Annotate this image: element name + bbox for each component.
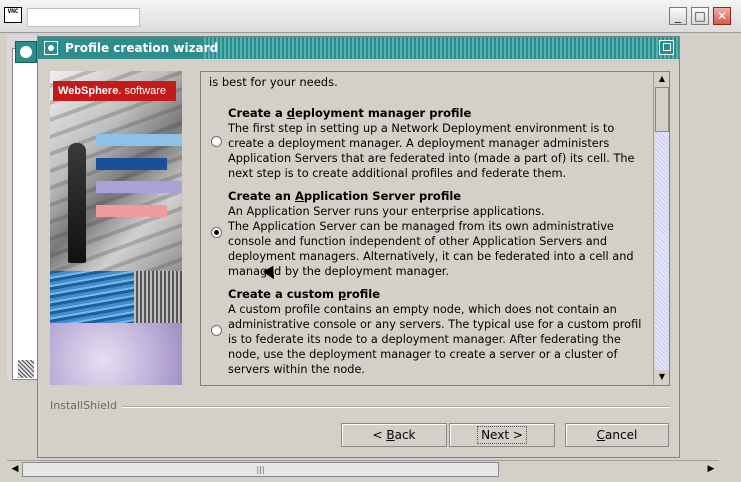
scroll-right-arrow-icon[interactable]: ▶	[703, 462, 719, 477]
banner-bar-dark-blue	[96, 158, 167, 170]
dialog-menu-icon[interactable]	[44, 41, 58, 55]
maximize-button[interactable]: □	[691, 7, 709, 25]
websphere-brand: WebSphere	[58, 85, 119, 97]
scroll-left-arrow-icon[interactable]: ◀	[7, 462, 23, 477]
option-desc-line: create a deployment manager. A deploymen…	[228, 137, 610, 150]
option-deployment-manager[interactable]: Create a deployment manager profile The …	[209, 106, 649, 181]
resize-grip-icon[interactable]	[18, 360, 34, 378]
option-title: Create a custom profile	[228, 287, 381, 301]
dialog-title-bar[interactable]: Profile creation wizard	[38, 37, 679, 59]
background-editor-text	[12, 48, 38, 380]
websphere-logo: WebSphere. software	[53, 81, 176, 101]
scroll-down-arrow-icon[interactable]: ▼	[655, 370, 669, 384]
option-application-server[interactable]: Create an Application Server profile An …	[209, 189, 649, 279]
option-custom-profile[interactable]: Create a custom profile A custom profile…	[209, 287, 649, 377]
next-button-label: Next >	[477, 426, 527, 444]
banner-bar-light-blue	[96, 134, 182, 146]
option-desc-line: console and function independent of othe…	[228, 235, 607, 248]
intro-text: is best for your needs.	[209, 75, 338, 89]
option-desc-line: A custom profile contains an empty node,…	[228, 303, 617, 316]
radio-custom-profile[interactable]	[211, 325, 222, 336]
footer-divider	[122, 406, 670, 408]
option-desc-line: Application Servers that are federated i…	[228, 152, 635, 165]
option-desc-line: next step is to create additional profil…	[228, 167, 567, 180]
websphere-software-label: software	[124, 85, 167, 97]
vnc-app-icon[interactable]: VNC	[4, 7, 22, 23]
vnc-title-bar: VNC _ □ ✕	[0, 0, 741, 33]
banner-lilac-image	[50, 323, 182, 385]
option-desc-line: is to federate its node to a deployment …	[228, 333, 621, 346]
option-title: Create a deployment manager profile	[228, 106, 472, 120]
horizontal-scroll-thumb[interactable]: |||	[22, 462, 499, 477]
outer-vertical-scrollbar[interactable]	[721, 36, 739, 460]
option-desc-line: servers within the node.	[228, 363, 366, 376]
banner-bar-lavender	[96, 181, 182, 193]
scrollbar-corner	[721, 460, 739, 477]
scrollbar-track[interactable]	[655, 87, 669, 370]
next-button[interactable]: Next >	[449, 423, 555, 447]
background-window-icon	[15, 41, 37, 63]
websphere-banner-image: WebSphere. software	[50, 71, 182, 385]
scrollbar-thumb[interactable]	[655, 87, 669, 132]
option-desc-line: node, use the deployment manager to crea…	[228, 348, 618, 361]
radio-deployment-manager[interactable]	[211, 136, 222, 147]
back-button[interactable]: < Back	[341, 423, 447, 447]
option-desc-line: The first step in setting up a Network D…	[228, 122, 615, 135]
profile-creation-wizard-dialog: Profile creation wizard WebSphere. softw…	[37, 36, 680, 458]
cancel-button[interactable]: Cancel	[565, 423, 669, 447]
dialog-title: Profile creation wizard	[65, 41, 219, 55]
option-desc-line: An Application Server runs your enterpri…	[228, 205, 545, 218]
profile-type-panel: is best for your needs. Create a deploym…	[200, 71, 670, 386]
installshield-label: InstallShield	[50, 399, 117, 412]
banner-person	[68, 143, 86, 263]
radio-application-server[interactable]	[211, 227, 222, 238]
scroll-up-arrow-icon[interactable]: ▲	[655, 72, 669, 86]
options-scrollbar[interactable]: ▲ ▼	[653, 72, 669, 385]
option-desc-line: administrative console or any servers. T…	[228, 318, 642, 331]
banner-coil-image	[134, 271, 182, 323]
banner-bar-pink	[96, 205, 167, 217]
minimize-button[interactable]: _	[669, 7, 687, 25]
option-title: Create an Application Server profile	[228, 189, 462, 203]
vnc-window-title	[27, 8, 140, 27]
profile-options-list: is best for your needs. Create a deploym…	[201, 72, 653, 385]
banner-water-image	[50, 271, 134, 323]
option-desc-line: deployment managers. Alternatively, it c…	[228, 250, 634, 263]
close-button[interactable]: ✕	[713, 7, 731, 25]
dialog-maximize-icon[interactable]	[659, 40, 674, 55]
outer-horizontal-scrollbar[interactable]: ◀ ||| ▶	[7, 460, 719, 478]
option-desc-line: The Application Server can be managed fr…	[228, 220, 614, 233]
